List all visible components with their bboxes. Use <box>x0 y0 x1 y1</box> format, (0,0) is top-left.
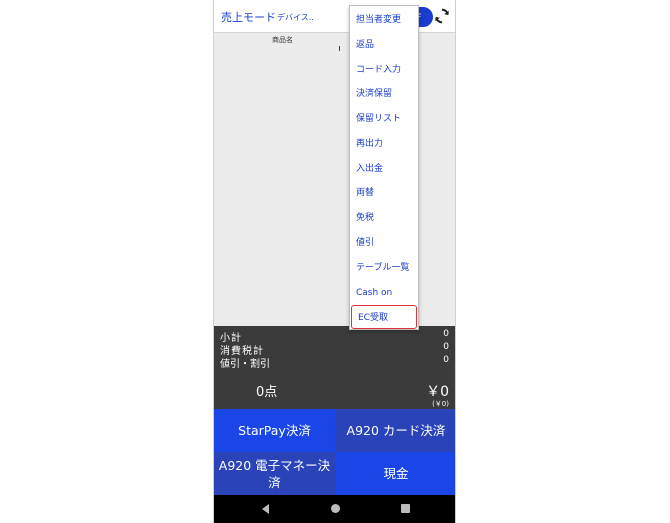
recent-apps-icon[interactable] <box>401 504 410 513</box>
menu-item-hold-list[interactable]: 保留リスト <box>350 107 418 131</box>
column-header-item-name: 商品名 <box>272 36 293 44</box>
menu-item-ec-pickup[interactable]: EC受取 <box>351 305 417 329</box>
menu-item-cash-in-out[interactable]: 入出金 <box>350 157 418 181</box>
column-divider <box>339 46 340 51</box>
totals-panel: 小計 0 消費税計 0 値引・割引 0 0点 ￥0 (￥0) <box>214 326 455 409</box>
total-amount-sub: (￥0) <box>432 400 449 408</box>
menu-item-reprint[interactable]: 再出力 <box>350 132 418 156</box>
menu-item-return[interactable]: 返品 <box>350 33 418 57</box>
tax-row: 消費税計 0 <box>220 342 449 357</box>
subtotal-value: 0 <box>443 329 449 339</box>
back-icon[interactable] <box>262 504 269 514</box>
discount-value: 0 <box>443 355 449 365</box>
mode-title: 売上モード <box>221 11 276 24</box>
total-amount: ￥0 <box>426 384 449 400</box>
system-nav-bar <box>214 495 455 523</box>
discount-row: 値引・割引 0 <box>220 355 449 370</box>
menu-item-exchange[interactable]: 両替 <box>350 181 418 205</box>
menu-item-cash-on[interactable]: Cash on <box>350 281 418 305</box>
discount-label: 値引・割引 <box>220 359 270 370</box>
menu-item-code-input[interactable]: コード入力 <box>350 58 418 82</box>
menu-item-payment-hold[interactable]: 決済保留 <box>350 82 418 106</box>
menu-item-tax-free[interactable]: 免税 <box>350 206 418 230</box>
device-label[interactable]: デバイス.. <box>277 12 314 23</box>
menu-item-staff-change[interactable]: 担当者変更 <box>350 8 418 32</box>
cash-button[interactable]: 現金 <box>335 452 455 495</box>
menu-item-table-list[interactable]: テーブル一覧 <box>350 256 418 280</box>
refresh-icon[interactable] <box>433 7 451 25</box>
phone-screen: 売上モード デバイス.. ード 商品名 小計 0 消費税計 0 値引・割引 0 … <box>213 0 456 523</box>
card-payment-button[interactable]: A920 カード決済 <box>335 409 455 452</box>
overflow-menu: 担当者変更 返品 コード入力 決済保留 保留リスト 再出力 入出金 両替 免税 … <box>349 5 419 330</box>
home-icon[interactable] <box>331 504 340 513</box>
emoney-payment-button[interactable]: A920 電子マネー決済 <box>214 452 335 495</box>
item-count: 0点 <box>256 385 278 400</box>
tax-value: 0 <box>443 342 449 352</box>
subtotal-row: 小計 0 <box>220 329 449 344</box>
starpay-button[interactable]: StarPay決済 <box>214 409 335 452</box>
menu-item-discount[interactable]: 値引 <box>350 231 418 255</box>
